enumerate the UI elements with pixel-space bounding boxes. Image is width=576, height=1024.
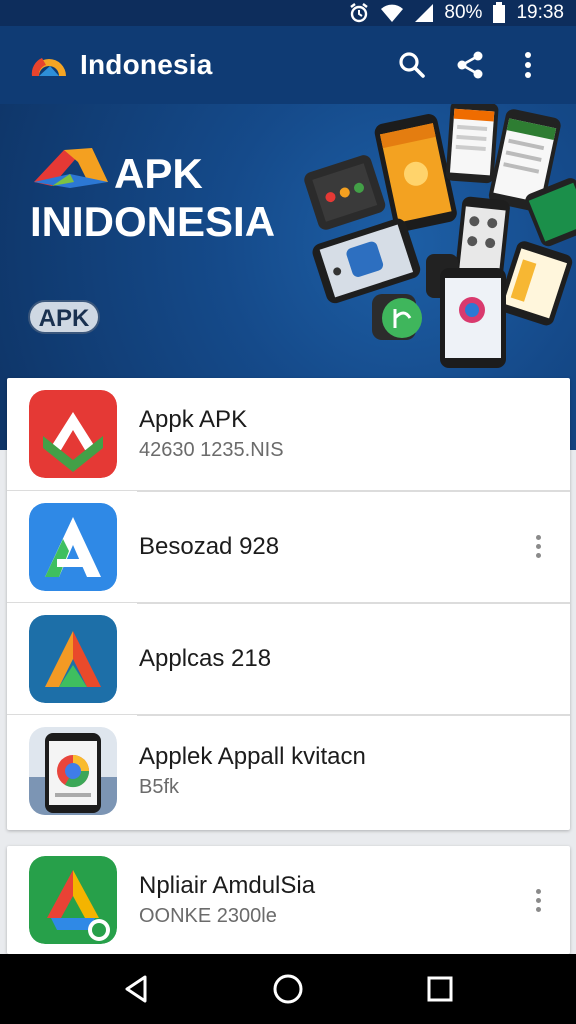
back-icon	[125, 975, 147, 1003]
list-item-subtitle: 42630 1235.NIS	[139, 439, 284, 461]
list-item[interactable]: Applcas 218	[7, 602, 570, 714]
list-item-title: Npliair AmdulSia	[139, 872, 316, 899]
item-overflow-menu-button[interactable]	[524, 880, 552, 920]
list-item-title: Applcas 218	[139, 644, 272, 672]
list-item-title: Besozad 928	[139, 532, 280, 560]
home-button[interactable]	[258, 959, 318, 1019]
home-icon	[273, 974, 303, 1004]
app-icon-teal-a	[29, 614, 117, 703]
recents-icon	[427, 976, 453, 1002]
list-item-title: Appk APK	[139, 406, 248, 433]
divider	[137, 491, 570, 492]
alarm-icon	[348, 2, 370, 24]
app-icon-blue-a	[29, 502, 117, 591]
app-title: Indonesia	[80, 49, 213, 80]
share-button[interactable]	[444, 39, 496, 91]
app-icon-red-green-arrow	[29, 390, 117, 478]
signal-icon	[414, 3, 434, 23]
apps-list-card-2: Npliair AmdulSia OONKE 2300le	[7, 846, 570, 954]
app-icon-green-drive	[29, 856, 117, 944]
item-overflow-menu-button[interactable]	[524, 527, 552, 567]
list-item-text: Appk APK 42630 1235.NIS	[139, 405, 500, 463]
more-vert-icon	[525, 52, 531, 78]
more-options-button[interactable]	[502, 39, 554, 91]
share-icon	[457, 51, 483, 79]
system-nav-bar	[0, 954, 576, 1024]
banner-title-line1: APK	[114, 150, 203, 197]
list-item-subtitle: OONKE 2300le	[139, 905, 277, 927]
apk-badge: APK	[28, 300, 100, 334]
list-item[interactable]: Besozad 928	[7, 490, 570, 602]
divider	[137, 715, 570, 716]
status-bar: 80% 19:38	[0, 0, 576, 26]
list-item-text: Besozad 928	[139, 532, 500, 562]
list-item[interactable]: Applek Appall kvitacn B5fk	[7, 714, 570, 826]
banner-title-line2: INIDONESIA	[30, 198, 276, 245]
banner-title: APK INIDONESIA	[30, 150, 320, 246]
list-item-text: Applcas 218	[139, 644, 500, 674]
app-logo-icon	[31, 58, 66, 76]
list-item-text: Applek Appall kvitacn B5fk	[139, 742, 500, 800]
app-bar: Indonesia	[0, 26, 576, 104]
recents-button[interactable]	[410, 959, 470, 1019]
list-item-subtitle: B5fk	[139, 775, 180, 798]
list-item-title: Applek Appall kvitacn	[139, 742, 366, 770]
app-icon-phone-browser	[29, 726, 117, 815]
search-icon	[399, 52, 425, 78]
battery-icon	[492, 2, 506, 24]
phones-illustration	[304, 104, 576, 368]
search-button[interactable]	[386, 39, 438, 91]
list-item[interactable]: Appk APK 42630 1235.NIS	[7, 378, 570, 490]
clock: 19:38	[516, 2, 564, 23]
divider	[137, 603, 570, 604]
apps-list-card: Appk APK 42630 1235.NIS Besozad 928 Appl…	[7, 378, 570, 830]
battery-percent: 80%	[444, 2, 483, 23]
back-button[interactable]	[106, 959, 166, 1019]
wifi-icon	[380, 3, 404, 23]
list-item-text: Npliair AmdulSia OONKE 2300le	[139, 871, 500, 929]
list-item[interactable]: Npliair AmdulSia OONKE 2300le	[7, 846, 570, 954]
